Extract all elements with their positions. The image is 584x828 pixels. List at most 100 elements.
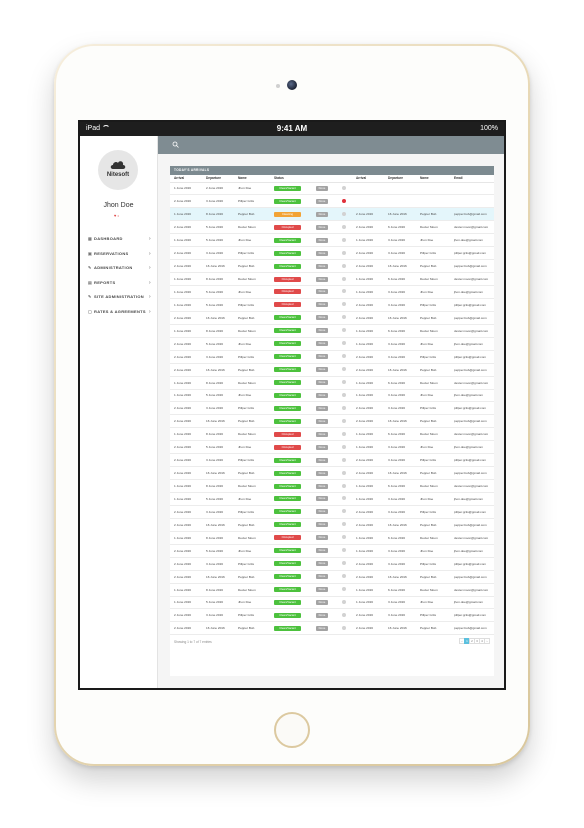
- done-button[interactable]: Done: [316, 289, 328, 295]
- status-badge[interactable]: Clean/Vacant: [274, 574, 301, 580]
- done-button[interactable]: Done: [316, 392, 328, 398]
- status-badge[interactable]: Clean/Vacant: [274, 341, 301, 347]
- status-dot-icon[interactable]: [342, 198, 346, 203]
- table-row[interactable]: 2 June 2016 16 June 2016 Pepper Bob Clean/V…: [170, 414, 494, 429]
- status-badge[interactable]: Occupied: [274, 302, 301, 308]
- status-dot-icon[interactable]: [342, 341, 346, 346]
- status-badge[interactable]: Occupied: [274, 224, 301, 230]
- done-button[interactable]: Done: [316, 237, 328, 243]
- sidebar-item-rates-agreements[interactable]: ▢ RATES & AGREEMENTS ›: [80, 305, 157, 320]
- table-row[interactable]: 2 June 2016 16 June 2016 Pepper Bob Clean/V…: [170, 621, 494, 636]
- done-button[interactable]: Done: [316, 276, 328, 282]
- status-dot-icon[interactable]: [342, 444, 346, 449]
- table-row[interactable]: 1 June 2016 8 June 2016 Dexter Moon Clean/V…: [170, 583, 494, 597]
- done-button[interactable]: Done: [316, 509, 328, 515]
- column-header[interactable]: Name: [234, 175, 270, 183]
- status-badge[interactable]: Occupied: [274, 431, 301, 437]
- search-icon[interactable]: [172, 141, 179, 148]
- status-dot-icon[interactable]: [342, 599, 346, 604]
- status-badge[interactable]: Clean/Vacant: [274, 250, 301, 256]
- status-badge[interactable]: Cleaning: [274, 211, 301, 217]
- column-header[interactable]: Arrival: [170, 175, 202, 183]
- status-badge[interactable]: Clean/Vacant: [274, 599, 301, 605]
- sidebar-item-site-administration[interactable]: ✎ SITE ADMINISTRATION ›: [80, 290, 157, 305]
- status-badge[interactable]: Clean/Vacant: [274, 328, 301, 334]
- table-row[interactable]: 2 June 2016 3 June 2016 Pillper Grits Clean…: [170, 246, 494, 261]
- status-badge[interactable]: Occupied: [274, 444, 301, 450]
- table-row[interactable]: 1 June 2016 5 June 2016 Jhon Doe Clean/Vaca…: [170, 596, 494, 610]
- table-row[interactable]: 2 June 2016 3 June 2016 Pillper Grits Clean…: [170, 505, 494, 519]
- sidebar-item-administration[interactable]: ✎ ADMINISTRATION ›: [80, 261, 157, 276]
- done-button[interactable]: Done: [316, 211, 328, 217]
- sidebar-item-dashboard[interactable]: ▦ DASHBOARD ›: [80, 232, 157, 247]
- status-badge[interactable]: Clean/Vacant: [274, 418, 301, 424]
- table-row[interactable]: 2 June 2016 5 June 2016 Jhon Doe Occupied Do…: [170, 440, 494, 455]
- done-button[interactable]: Done: [316, 354, 328, 360]
- done-button[interactable]: Done: [316, 341, 328, 347]
- done-button[interactable]: Done: [316, 496, 328, 502]
- table-row[interactable]: 1 June 2016 8 June 2016 Dexter Moon Clean/V…: [170, 376, 494, 390]
- status-dot-icon[interactable]: [342, 522, 346, 527]
- status-dot-icon[interactable]: [342, 354, 346, 359]
- status-dot-icon[interactable]: [342, 457, 346, 462]
- status-badge[interactable]: Clean/Vacant: [274, 522, 301, 528]
- user-name[interactable]: Jhon Doe: [80, 202, 157, 209]
- status-dot-icon[interactable]: [342, 548, 346, 553]
- table-row[interactable]: 1 June 2016 5 June 2016 Jhon Doe Clean/Vaca…: [170, 233, 494, 248]
- done-button[interactable]: Done: [316, 380, 328, 386]
- table-row[interactable]: 1 June 2016 8 June 2016 Dexter Moon Clean/V…: [170, 324, 494, 338]
- table-row[interactable]: 1 June 2016 8 June 2016 Dexter Moon Clean/V…: [170, 479, 494, 493]
- done-button[interactable]: Done: [316, 302, 328, 308]
- status-dot-icon[interactable]: [342, 185, 346, 190]
- status-dot-icon[interactable]: [342, 561, 346, 566]
- status-badge[interactable]: Clean/Vacant: [274, 198, 301, 204]
- done-button[interactable]: Done: [316, 470, 328, 476]
- status-badge[interactable]: Clean/Vacant: [274, 509, 301, 515]
- sidebar-item-reservations[interactable]: ▣ RESERVATIONS ›: [80, 247, 157, 262]
- table-row[interactable]: 2 June 2016 3 June 2016 Pillper Grits Clean…: [170, 401, 494, 416]
- status-badge[interactable]: Clean/Vacant: [274, 237, 301, 243]
- status-dot-icon[interactable]: [342, 587, 346, 592]
- status-badge[interactable]: Clean/Vacant: [274, 548, 301, 554]
- done-button[interactable]: Done: [316, 599, 328, 605]
- table-row[interactable]: 2 June 2016 16 June 2016 Pepper Bob Clean/V…: [170, 570, 494, 584]
- status-dot-icon[interactable]: [342, 289, 346, 294]
- done-button[interactable]: Done: [316, 431, 328, 437]
- table-row[interactable]: 1 June 2016 8 June 2016 Dexter Moon Occupie…: [170, 427, 494, 442]
- table-row[interactable]: 2 June 2016 16 June 2016 Pepper Bob Clean/V…: [170, 466, 494, 481]
- status-dot-icon[interactable]: [342, 237, 346, 242]
- done-button[interactable]: Done: [316, 522, 328, 528]
- status-dot-icon[interactable]: [342, 431, 346, 436]
- column-header[interactable]: Status: [270, 175, 312, 183]
- sidebar-item-reports[interactable]: ▤ REPORTS ›: [80, 276, 157, 291]
- done-button[interactable]: Done: [316, 367, 328, 373]
- status-badge[interactable]: Clean/Vacant: [274, 380, 301, 386]
- status-badge[interactable]: Clean/Vacant: [274, 354, 301, 360]
- status-dot-icon[interactable]: [342, 496, 346, 501]
- status-badge[interactable]: Clean/Vacant: [274, 315, 301, 321]
- status-dot-icon[interactable]: [342, 263, 346, 268]
- status-dot-icon[interactable]: [342, 276, 346, 281]
- status-dot-icon[interactable]: [342, 367, 346, 372]
- status-badge[interactable]: Clean/Vacant: [274, 392, 301, 398]
- status-badge[interactable]: Clean/Vacant: [274, 561, 301, 567]
- done-button[interactable]: Done: [316, 561, 328, 567]
- done-button[interactable]: Done: [316, 198, 328, 204]
- table-row[interactable]: 2 June 2016 3 June 2016 Pillper Grits Clean…: [170, 557, 494, 571]
- table-row[interactable]: 2 June 2016 3 June 2016 Pillper Grits Clean…: [170, 608, 494, 623]
- status-dot-icon[interactable]: [342, 302, 346, 307]
- done-button[interactable]: Done: [316, 574, 328, 580]
- status-dot-icon[interactable]: [342, 224, 346, 229]
- column-header[interactable]: Departure: [202, 175, 234, 183]
- done-button[interactable]: Done: [316, 625, 328, 631]
- status-badge[interactable]: Clean/Vacant: [274, 612, 301, 618]
- column-header[interactable]: Arrival: [352, 175, 384, 183]
- done-button[interactable]: Done: [316, 328, 328, 334]
- done-button[interactable]: Done: [316, 418, 328, 424]
- status-badge[interactable]: Clean/Vacant: [274, 263, 301, 269]
- status-dot-icon[interactable]: [342, 392, 346, 397]
- status-dot-icon[interactable]: [342, 315, 346, 320]
- done-button[interactable]: Done: [316, 185, 328, 191]
- done-button[interactable]: Done: [316, 548, 328, 554]
- done-button[interactable]: Done: [316, 587, 328, 593]
